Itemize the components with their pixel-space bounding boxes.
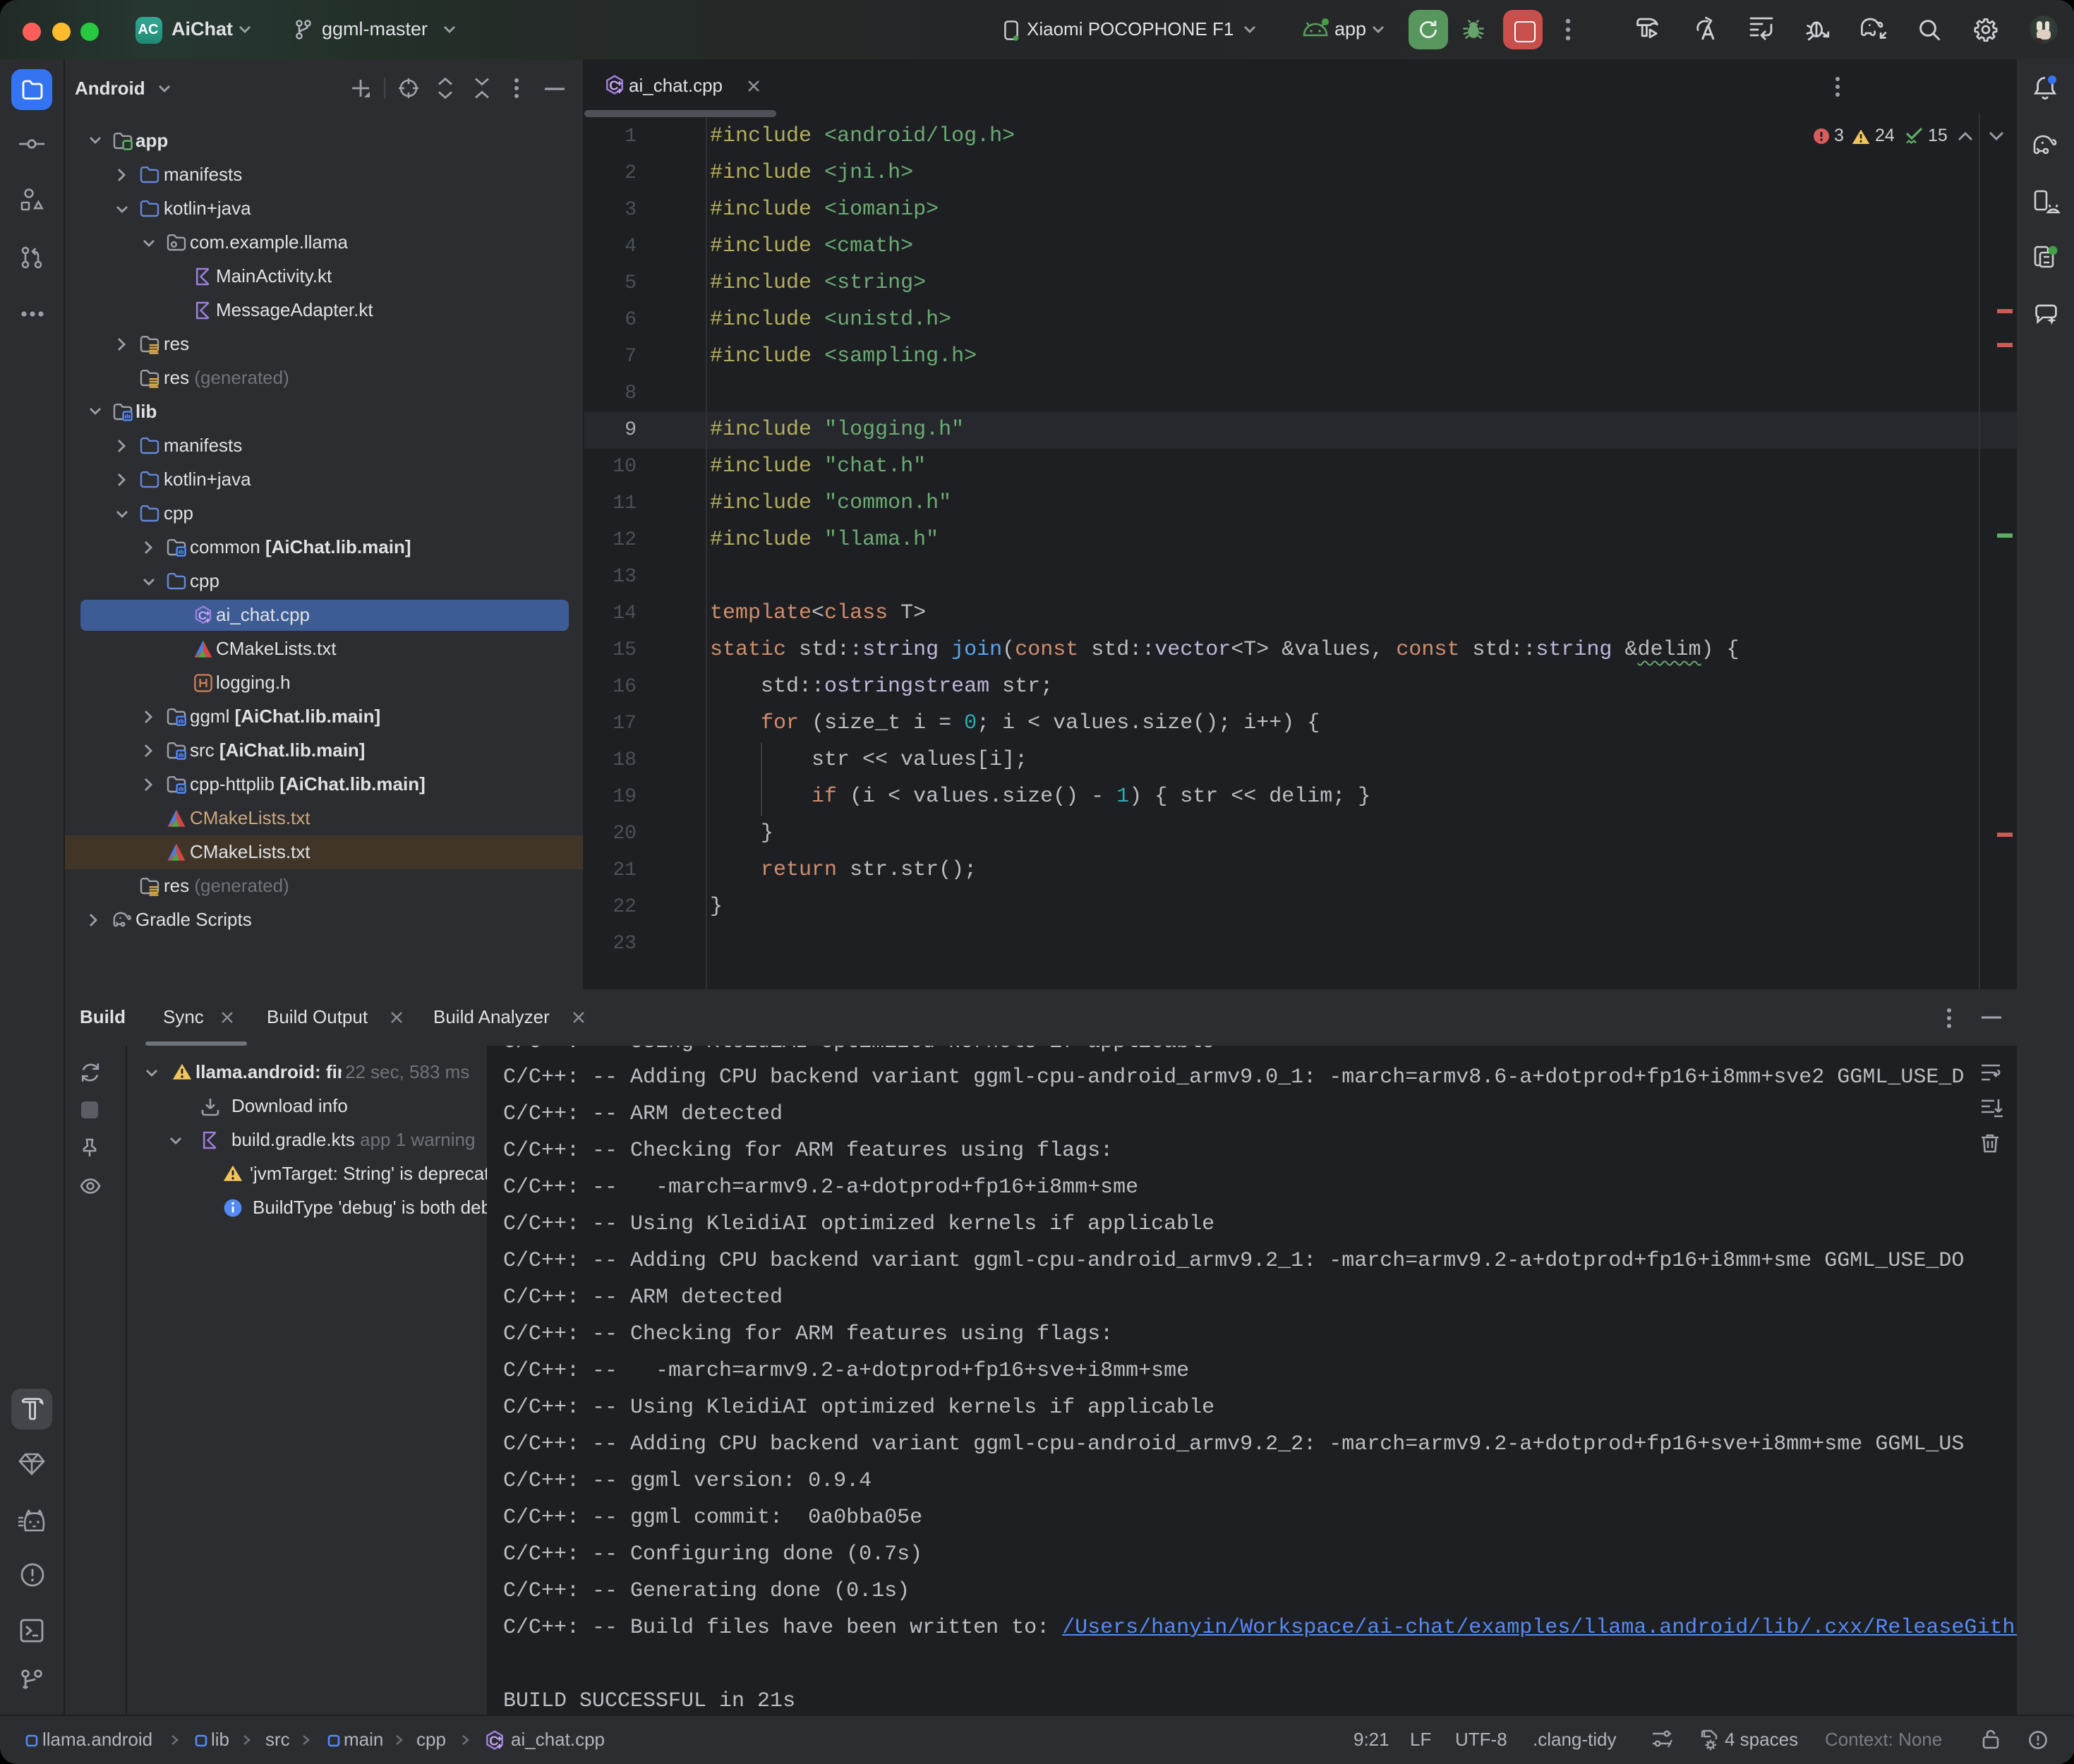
- svg-text:C: C: [608, 78, 617, 92]
- svg-text:C: C: [198, 609, 207, 622]
- svg-text:C: C: [489, 1733, 498, 1747]
